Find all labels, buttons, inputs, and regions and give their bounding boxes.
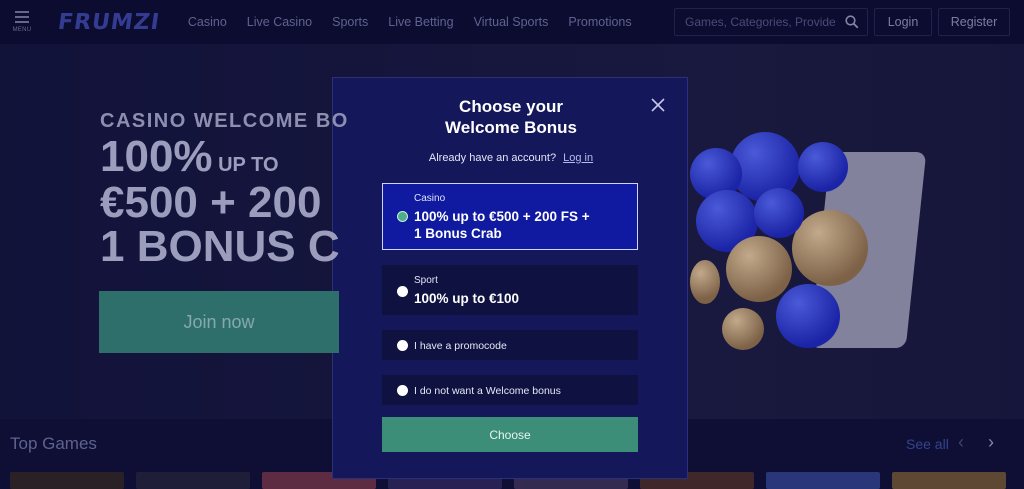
hero-balls-illustration [690, 132, 930, 372]
join-now-button[interactable]: Join now [99, 291, 339, 353]
login-link[interactable]: Log in [563, 152, 593, 164]
bonus-option-none[interactable]: I do not want a Welcome bonus [382, 375, 638, 405]
welcome-bonus-modal: Choose your Welcome Bonus Already have a… [332, 77, 688, 479]
close-icon[interactable] [649, 96, 667, 114]
bonus-option-promocode[interactable]: I have a promocode [382, 330, 638, 360]
bonus-option-casino[interactable]: Casino 100% up to €500 + 200 FS + 1 Bonu… [382, 183, 638, 250]
radio-selected-icon[interactable] [397, 211, 408, 222]
option-title: 100% up to €500 + 200 FS + 1 Bonus Crab [414, 209, 590, 241]
hero-kicker: CASINO WELCOME BO [100, 110, 349, 132]
radio-icon[interactable] [397, 340, 408, 351]
hero-headline-2: €500 + 200 [100, 178, 322, 227]
account-prompt: Already have an account? Log in [428, 152, 594, 164]
radio-icon[interactable] [397, 286, 408, 297]
bonus-option-sport[interactable]: Sport 100% up to €100 [382, 265, 638, 315]
option-label: I do not want a Welcome bonus [414, 385, 561, 397]
option-title: 100% up to €100 [414, 291, 520, 306]
choose-button[interactable]: Choose [382, 417, 638, 452]
option-category: Casino [414, 193, 446, 204]
hero-headline-3: 1 BONUS C [100, 222, 340, 271]
radio-icon[interactable] [397, 385, 408, 396]
modal-title: Choose your Welcome Bonus [445, 97, 577, 137]
option-label: I have a promocode [414, 340, 507, 352]
hero-headline-1: 100% UP TO [100, 132, 279, 181]
option-category: Sport [414, 275, 438, 286]
